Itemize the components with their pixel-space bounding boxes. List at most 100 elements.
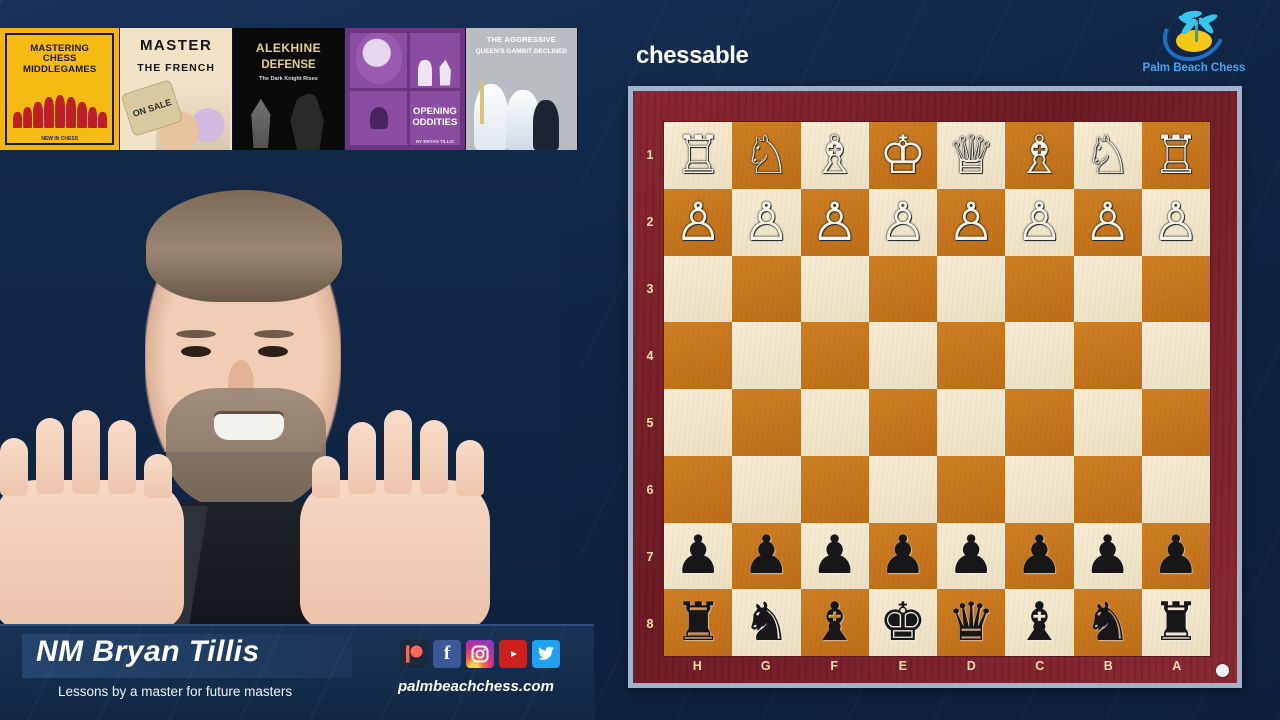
youtube-icon[interactable] <box>499 640 527 668</box>
piece-w-F2[interactable]: ♙ <box>811 196 859 249</box>
square-E2[interactable]: ♙ <box>868 188 938 256</box>
square-H1[interactable]: ♖ <box>664 122 733 189</box>
square-B8[interactable]: ♞ <box>1073 589 1143 656</box>
piece-w-F1[interactable]: ♗ <box>811 129 859 182</box>
piece-b-C8[interactable]: ♝ <box>1016 596 1064 649</box>
piece-w-D1[interactable]: ♕ <box>947 129 995 182</box>
piece-b-H7[interactable]: ♟ <box>674 529 722 582</box>
square-B3[interactable] <box>1073 255 1143 323</box>
piece-b-E7[interactable]: ♟ <box>879 529 927 582</box>
square-G1[interactable]: ♘ <box>732 122 801 189</box>
square-D2[interactable]: ♙ <box>937 188 1006 256</box>
square-E3[interactable] <box>868 255 938 323</box>
square-G4[interactable] <box>732 322 801 389</box>
square-A1[interactable]: ♖ <box>1141 122 1211 189</box>
square-D8[interactable]: ♛ <box>937 589 1006 656</box>
piece-b-E8[interactable]: ♚ <box>879 596 927 649</box>
book-cover-mastering-chess-middlegames[interactable]: MASTERING CHESS MIDDLEGAMES NEW IN CHESS <box>0 28 121 150</box>
piece-w-C1[interactable]: ♗ <box>1016 129 1064 182</box>
square-C2[interactable]: ♙ <box>1005 188 1074 256</box>
square-A4[interactable] <box>1141 322 1211 389</box>
twitter-icon[interactable] <box>532 640 560 668</box>
square-C6[interactable] <box>1005 455 1074 523</box>
piece-b-B7[interactable]: ♟ <box>1084 529 1132 582</box>
square-C3[interactable] <box>1005 255 1074 323</box>
square-H2[interactable]: ♙ <box>664 188 733 256</box>
piece-b-A8[interactable]: ♜ <box>1152 596 1200 649</box>
square-A7[interactable]: ♟ <box>1141 522 1211 590</box>
square-G5[interactable] <box>732 389 801 456</box>
square-H4[interactable] <box>664 322 733 389</box>
square-E1[interactable]: ♔ <box>868 122 938 189</box>
piece-w-A1[interactable]: ♖ <box>1152 129 1200 182</box>
square-F2[interactable]: ♙ <box>800 188 870 256</box>
piece-b-A7[interactable]: ♟ <box>1152 529 1200 582</box>
square-A2[interactable]: ♙ <box>1141 188 1211 256</box>
square-G8[interactable]: ♞ <box>732 589 801 656</box>
square-E4[interactable] <box>868 322 938 389</box>
piece-w-B1[interactable]: ♘ <box>1084 129 1132 182</box>
piece-b-C7[interactable]: ♟ <box>1016 529 1064 582</box>
piece-w-H1[interactable]: ♖ <box>674 129 722 182</box>
piece-w-B2[interactable]: ♙ <box>1084 196 1132 249</box>
square-E6[interactable] <box>868 455 938 523</box>
square-D7[interactable]: ♟ <box>937 522 1006 590</box>
square-H6[interactable] <box>664 455 733 523</box>
square-B7[interactable]: ♟ <box>1073 522 1143 590</box>
square-F5[interactable] <box>800 389 870 456</box>
piece-w-C2[interactable]: ♙ <box>1016 196 1064 249</box>
square-F1[interactable]: ♗ <box>800 122 870 189</box>
square-A8[interactable]: ♜ <box>1141 589 1211 656</box>
square-A6[interactable] <box>1141 455 1211 523</box>
piece-w-E2[interactable]: ♙ <box>879 196 927 249</box>
piece-w-G2[interactable]: ♙ <box>743 196 791 249</box>
square-E8[interactable]: ♚ <box>868 589 938 656</box>
patreon-icon[interactable] <box>400 640 428 668</box>
square-B1[interactable]: ♘ <box>1073 122 1143 189</box>
square-C8[interactable]: ♝ <box>1005 589 1074 656</box>
book-cover-opening-oddities[interactable]: OPENING ODDITIES BY BRYAN TILLIS <box>345 28 466 150</box>
square-B6[interactable] <box>1073 455 1143 523</box>
square-G3[interactable] <box>732 255 801 323</box>
piece-b-D7[interactable]: ♟ <box>947 529 995 582</box>
square-F7[interactable]: ♟ <box>800 522 870 590</box>
square-F8[interactable]: ♝ <box>800 589 870 656</box>
piece-b-G8[interactable]: ♞ <box>743 596 791 649</box>
square-D5[interactable] <box>937 389 1006 456</box>
square-F6[interactable] <box>800 455 870 523</box>
square-C7[interactable]: ♟ <box>1005 522 1074 590</box>
piece-b-B8[interactable]: ♞ <box>1084 596 1132 649</box>
piece-b-F7[interactable]: ♟ <box>811 529 859 582</box>
instagram-icon[interactable] <box>466 640 494 668</box>
book-cover-aggressive-qgd[interactable]: THE AGGRESSIVE QUEEN'S GAMBIT DECLINED <box>465 28 579 150</box>
square-B2[interactable]: ♙ <box>1073 188 1143 256</box>
square-G7[interactable]: ♟ <box>732 522 801 590</box>
piece-b-F8[interactable]: ♝ <box>811 596 859 649</box>
square-H3[interactable] <box>664 255 733 323</box>
piece-w-D2[interactable]: ♙ <box>947 196 995 249</box>
book-cover-master-the-french[interactable]: MASTER THE FRENCH ON SALE <box>120 28 233 150</box>
square-E7[interactable]: ♟ <box>868 522 938 590</box>
square-C1[interactable]: ♗ <box>1005 122 1074 189</box>
board-squares[interactable]: ♖ ♘ ♗ ♔ ♕ ♗ ♘ ♖ ♙ ♙ ♙ ♙ ♙ ♙ ♙ ♙ ♟ ♟ ♟ ♟ ♟ ♟ ♟ ♟ ♜ ♞ ♝ ♚ ♛ ♝ ♞ ♜ <box>663 121 1211 657</box>
piece-w-A2[interactable]: ♙ <box>1152 196 1200 249</box>
square-H7[interactable]: ♟ <box>664 522 733 590</box>
square-B5[interactable] <box>1073 389 1143 456</box>
square-D1[interactable]: ♕ <box>937 122 1006 189</box>
piece-w-G1[interactable]: ♘ <box>743 129 791 182</box>
piece-b-G7[interactable]: ♟ <box>743 529 791 582</box>
square-D6[interactable] <box>937 455 1006 523</box>
piece-w-E1[interactable]: ♔ <box>879 129 927 182</box>
square-F3[interactable] <box>800 255 870 323</box>
square-B4[interactable] <box>1073 322 1143 389</box>
square-C4[interactable] <box>1005 322 1074 389</box>
square-A5[interactable] <box>1141 389 1211 456</box>
piece-b-D8[interactable]: ♛ <box>947 596 995 649</box>
square-H5[interactable] <box>664 389 733 456</box>
square-F4[interactable] <box>800 322 870 389</box>
facebook-icon[interactable]: f <box>433 640 461 668</box>
square-C5[interactable] <box>1005 389 1074 456</box>
square-D3[interactable] <box>937 255 1006 323</box>
square-G6[interactable] <box>732 455 801 523</box>
square-D4[interactable] <box>937 322 1006 389</box>
